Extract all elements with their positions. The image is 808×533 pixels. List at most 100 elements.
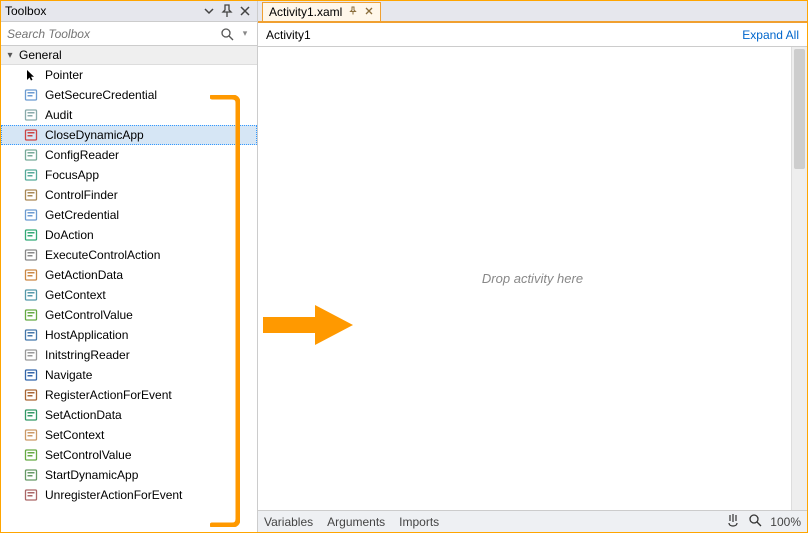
checklist-icon bbox=[23, 107, 39, 123]
tree-group-general[interactable]: ▾ General bbox=[1, 46, 257, 65]
toolbox-item-label: GetControlValue bbox=[45, 308, 133, 322]
group-label: General bbox=[19, 48, 62, 62]
toolbox-item-audit[interactable]: Audit bbox=[1, 105, 257, 125]
toolbox-item-label: GetActionData bbox=[45, 268, 123, 282]
toolbox-item-label: HostApplication bbox=[45, 328, 128, 342]
search-icon[interactable] bbox=[219, 26, 235, 42]
config-icon bbox=[23, 147, 39, 163]
tab-label: Activity1.xaml bbox=[269, 5, 342, 19]
toolbox-item-setcontext[interactable]: SetContext bbox=[1, 425, 257, 445]
toolbox-item-label: GetCredential bbox=[45, 208, 119, 222]
drop-hint: Drop activity here bbox=[482, 271, 583, 286]
toolbox-item-initstringreader[interactable]: InitstringReader bbox=[1, 345, 257, 365]
toolbox-item-closedynamicapp[interactable]: CloseDynamicApp bbox=[1, 125, 257, 145]
toolbox-item-label: InitstringReader bbox=[45, 348, 130, 362]
toolbox-item-focusapp[interactable]: FocusApp bbox=[1, 165, 257, 185]
vertical-scrollbar[interactable] bbox=[791, 47, 807, 510]
toolbox-item-registeractionforevent[interactable]: RegisterActionForEvent bbox=[1, 385, 257, 405]
toolbox-item-label: StartDynamicApp bbox=[45, 468, 138, 482]
variables-tab[interactable]: Variables bbox=[264, 515, 313, 529]
tab-activity1[interactable]: Activity1.xaml bbox=[262, 2, 381, 21]
toolbox-item-label: ControlFinder bbox=[45, 188, 118, 202]
text-icon bbox=[23, 347, 39, 363]
toolbox-item-label: SetActionData bbox=[45, 408, 122, 422]
toolbox-header: Toolbox bbox=[1, 1, 257, 22]
close-app-icon bbox=[23, 127, 39, 143]
toolbox-item-label: Audit bbox=[45, 108, 72, 122]
imports-tab[interactable]: Imports bbox=[399, 515, 439, 529]
designer-bottom-bar: Variables Arguments Imports 100% bbox=[258, 510, 807, 532]
toolbox-item-navigate[interactable]: Navigate bbox=[1, 365, 257, 385]
toolbox-panel: Toolbox ▾ ▾ General PointerGetSecureCre bbox=[1, 1, 258, 532]
toolbox-item-executecontrolaction[interactable]: ExecuteControlAction bbox=[1, 245, 257, 265]
form-icon bbox=[23, 87, 39, 103]
chevron-down-icon: ▾ bbox=[5, 50, 15, 61]
clear-icon[interactable]: ▾ bbox=[237, 26, 253, 42]
close-icon[interactable] bbox=[237, 3, 253, 19]
pin-icon[interactable] bbox=[219, 3, 235, 19]
zoom-level[interactable]: 100% bbox=[770, 515, 801, 529]
toolbox-item-controlfinder[interactable]: ControlFinder bbox=[1, 185, 257, 205]
close-icon[interactable] bbox=[364, 5, 374, 19]
context-icon bbox=[23, 287, 39, 303]
zoom-icon[interactable] bbox=[748, 513, 762, 530]
setdata-icon bbox=[23, 407, 39, 423]
breadcrumb[interactable]: Activity1 bbox=[266, 28, 311, 42]
toolbox-item-label: Pointer bbox=[45, 68, 83, 82]
breadcrumb-bar: Activity1 Expand All bbox=[258, 23, 807, 47]
toolbox-item-startdynamicapp[interactable]: StartDynamicApp bbox=[1, 465, 257, 485]
toolbox-item-label: CloseDynamicApp bbox=[45, 128, 144, 142]
search-input[interactable] bbox=[5, 25, 217, 43]
toolbox-item-label: Navigate bbox=[45, 368, 92, 382]
start-icon bbox=[23, 467, 39, 483]
toolbox-item-label: ConfigReader bbox=[45, 148, 119, 162]
toolbox-item-label: SetContext bbox=[45, 428, 104, 442]
toolbox-item-configreader[interactable]: ConfigReader bbox=[1, 145, 257, 165]
toolbox-item-label: ExecuteControlAction bbox=[45, 248, 160, 262]
designer-panel: Activity1.xaml Activity1 Expand All Drop… bbox=[258, 1, 807, 532]
toolbox-item-label: DoAction bbox=[45, 228, 94, 242]
execute-icon bbox=[23, 247, 39, 263]
expand-all-link[interactable]: Expand All bbox=[742, 28, 799, 42]
toolbox-item-setcontrolvalue[interactable]: SetControlValue bbox=[1, 445, 257, 465]
toolbox-item-label: RegisterActionForEvent bbox=[45, 388, 172, 402]
pan-icon[interactable] bbox=[726, 513, 740, 530]
toolbox-item-label: SetControlValue bbox=[45, 448, 132, 462]
toolbox-item-getcredential[interactable]: GetCredential bbox=[1, 205, 257, 225]
toolbox-item-label: GetSecureCredential bbox=[45, 88, 157, 102]
register-icon bbox=[23, 387, 39, 403]
finder-icon bbox=[23, 187, 39, 203]
toolbox-item-getsecurecredential[interactable]: GetSecureCredential bbox=[1, 85, 257, 105]
toolbox-item-label: UnregisterActionForEvent bbox=[45, 488, 182, 502]
toolbox-item-doaction[interactable]: DoAction bbox=[1, 225, 257, 245]
toolbox-item-hostapplication[interactable]: HostApplication bbox=[1, 325, 257, 345]
focus-icon bbox=[23, 167, 39, 183]
toolbox-item-label: FocusApp bbox=[45, 168, 99, 182]
getvalue-icon bbox=[23, 307, 39, 323]
toolbox-item-unregisteractionforevent[interactable]: UnregisterActionForEvent bbox=[1, 485, 257, 505]
scrollbar-thumb[interactable] bbox=[794, 49, 805, 169]
toolbox-item-getactiondata[interactable]: GetActionData bbox=[1, 265, 257, 285]
toolbox-tree: ▾ General Pointer GetSecureCredential Audi… bbox=[1, 46, 257, 532]
action-icon bbox=[23, 227, 39, 243]
form-icon bbox=[23, 207, 39, 223]
toolbox-item-setactiondata[interactable]: SetActionData bbox=[1, 405, 257, 425]
search-row: ▾ bbox=[1, 22, 257, 46]
toolbox-title: Toolbox bbox=[5, 4, 199, 18]
navigate-icon bbox=[23, 367, 39, 383]
arguments-tab[interactable]: Arguments bbox=[327, 515, 385, 529]
getdata-icon bbox=[23, 267, 39, 283]
toolbox-item-getcontext[interactable]: GetContext bbox=[1, 285, 257, 305]
toolbox-item-pointer[interactable]: Pointer bbox=[1, 65, 257, 85]
designer-canvas[interactable]: Drop activity here bbox=[258, 47, 807, 510]
host-icon bbox=[23, 327, 39, 343]
unregister-icon bbox=[23, 487, 39, 503]
pin-icon[interactable] bbox=[348, 5, 358, 19]
dropdown-icon[interactable] bbox=[201, 3, 217, 19]
cursor-icon bbox=[23, 67, 39, 83]
toolbox-item-getcontrolvalue[interactable]: GetControlValue bbox=[1, 305, 257, 325]
toolbox-item-label: GetContext bbox=[45, 288, 106, 302]
setcontext-icon bbox=[23, 427, 39, 443]
setvalue-icon bbox=[23, 447, 39, 463]
tab-bar: Activity1.xaml bbox=[258, 1, 807, 23]
